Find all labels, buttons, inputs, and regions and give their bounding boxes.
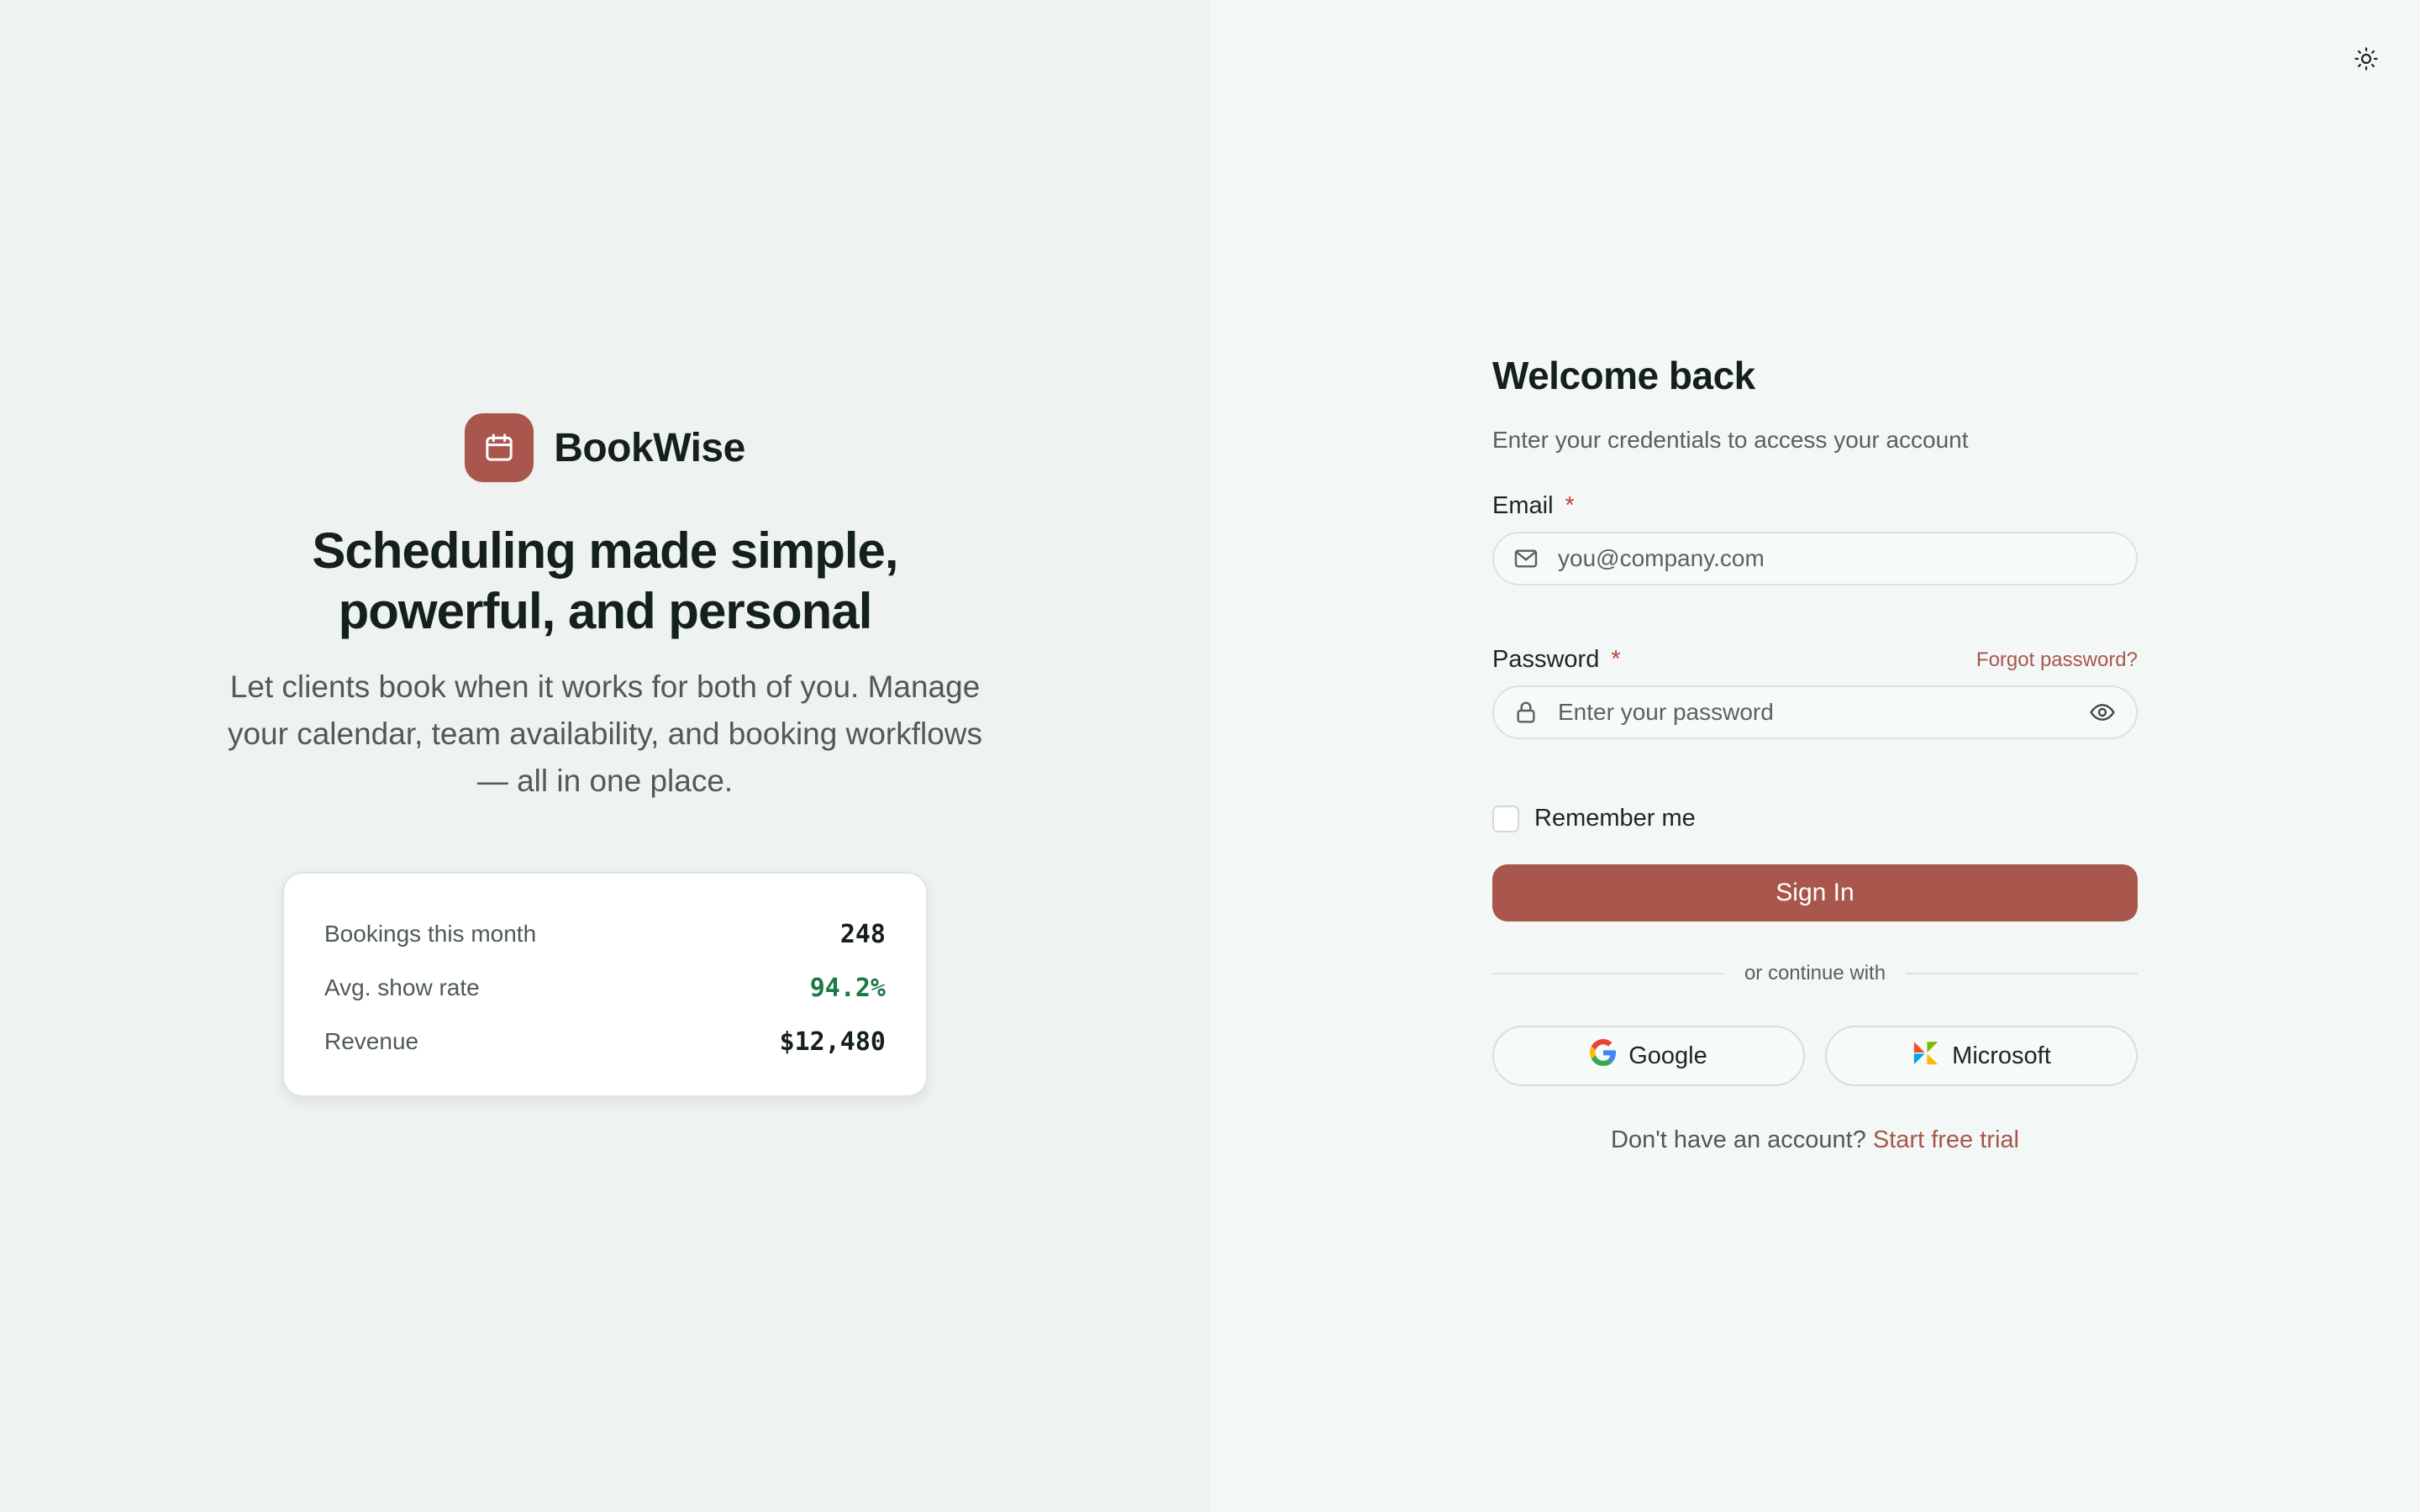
password-label: Password * [1492, 646, 1621, 674]
password-group: Password * Forgot password? Enter your p… [1492, 646, 2138, 739]
calendar-icon [465, 413, 534, 482]
sign-in-button[interactable]: Sign In [1492, 864, 2138, 921]
required-mark: * [1565, 492, 1575, 519]
google-icon [1590, 1039, 1617, 1073]
email-label-text: Email [1492, 492, 1554, 519]
stat-value: 248 [839, 919, 886, 949]
start-free-trial-link[interactable]: Start free trial [1873, 1126, 2019, 1153]
divider-line [1492, 973, 1724, 974]
hero-subcopy: Let clients book when it works for both … [227, 669, 983, 798]
form-subtitle: Enter your credentials to access your ac… [1492, 427, 1969, 453]
stat-label: Revenue [324, 1028, 419, 1054]
hero-headline: Scheduling made simple, powerful, and pe… [0, 521, 1210, 642]
stat-label: Bookings this month [324, 921, 537, 947]
stats-card: Bookings this month 248 Avg. show rate 9… [282, 872, 928, 1097]
signup-text: Don't have an account? [1611, 1126, 1866, 1153]
forgot-password-link[interactable]: Forgot password? [1976, 648, 2138, 672]
brand-name: BookWise [554, 425, 745, 470]
form-title: Welcome back [1492, 354, 1755, 397]
stat-value: 94.2% [809, 973, 886, 1003]
stat-row-show-rate: Avg. show rate 94.2% [324, 961, 886, 1015]
microsoft-label: Microsoft [1952, 1042, 2051, 1069]
mail-icon [1511, 543, 1541, 574]
stat-label: Avg. show rate [324, 974, 480, 1000]
stat-row-bookings: Bookings this month 248 [324, 907, 886, 961]
google-label: Google [1628, 1042, 1707, 1069]
login-form: Welcome back Enter your credentials to a… [1492, 353, 2138, 1154]
brand: BookWise [0, 413, 1210, 482]
divider-text: or continue with [1744, 962, 1886, 984]
remember-me: Remember me [1492, 805, 2138, 832]
password-placeholder: Enter your password [1558, 699, 1774, 725]
lock-icon [1511, 697, 1541, 727]
remember-me-label: Remember me [1534, 805, 1696, 832]
social-login: Google Microsoft [1492, 1026, 2138, 1086]
hero-headline-line-2: powerful, and personal [338, 583, 873, 639]
remember-me-checkbox[interactable] [1492, 805, 1519, 832]
required-mark: * [1611, 646, 1621, 673]
email-group: Email * you@company.com [1492, 492, 2138, 585]
microsoft-button[interactable]: Microsoft [1825, 1026, 2138, 1086]
hero-headline-line-1: Scheduling made simple, [312, 522, 898, 579]
eye-icon[interactable] [2086, 696, 2119, 729]
stat-row-revenue: Revenue $12,480 [324, 1015, 886, 1068]
email-label: Email * [1492, 492, 2138, 520]
signup-prompt: Don't have an account? Start free trial [1492, 1126, 2138, 1154]
email-placeholder: you@company.com [1558, 545, 1765, 571]
google-button[interactable]: Google [1492, 1026, 1805, 1086]
email-field[interactable]: you@company.com [1492, 532, 2138, 585]
password-label-row: Password * Forgot password? [1492, 646, 2138, 674]
divider: or continue with [1492, 962, 2138, 985]
password-label-text: Password [1492, 646, 1600, 673]
brand-panel: BookWise Scheduling made simple, powerfu… [0, 0, 1210, 1512]
sun-icon[interactable] [2343, 35, 2390, 82]
microsoft-icon [1912, 1038, 1940, 1074]
divider-line [1906, 973, 2138, 974]
stat-value: $12,480 [779, 1026, 886, 1057]
password-field[interactable]: Enter your password [1492, 685, 2138, 739]
